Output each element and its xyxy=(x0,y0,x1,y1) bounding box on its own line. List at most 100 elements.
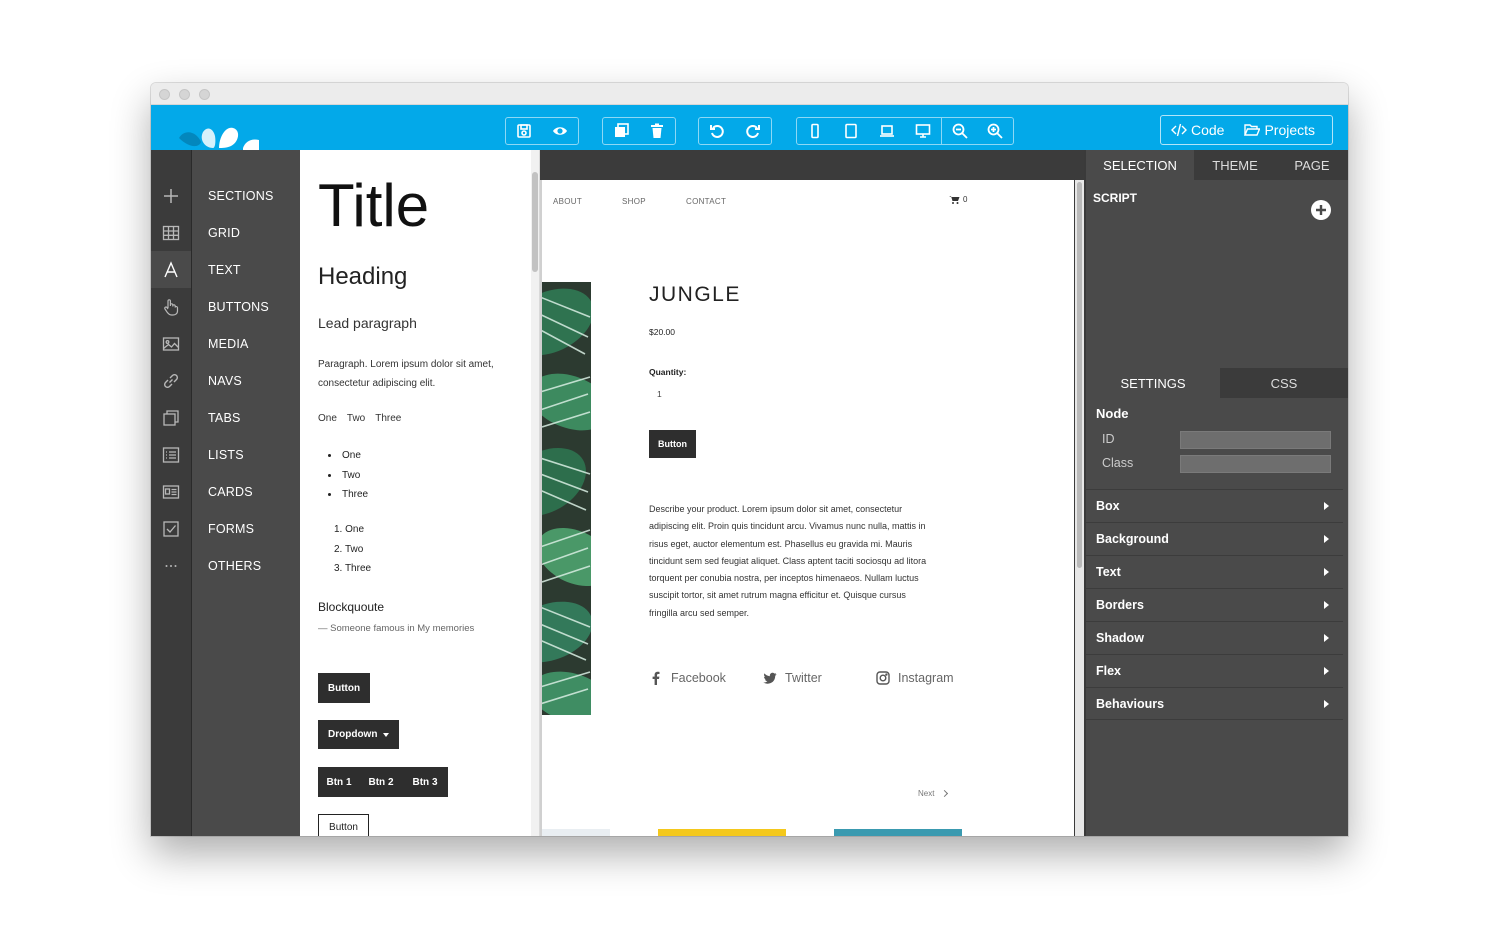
facebook-link[interactable]: Facebook xyxy=(649,671,726,685)
prop-background[interactable]: Background xyxy=(1086,522,1343,555)
block-outline-button[interactable]: Button xyxy=(318,814,369,836)
redo-button[interactable] xyxy=(735,118,771,144)
block-paragraph[interactable]: Paragraph. Lorem ipsum dolor sit amet, c… xyxy=(318,355,518,393)
product-price: $20.00 xyxy=(649,327,675,337)
menu-item-text[interactable]: TEXT xyxy=(208,263,241,277)
description-line: adipiscing elit. Proin quis tincidunt ar… xyxy=(649,521,926,532)
menu-item-sections[interactable]: SECTIONS xyxy=(208,189,274,203)
nav-link-shop[interactable]: SHOP xyxy=(622,197,646,206)
menu-item-others[interactable]: OTHERS xyxy=(208,559,261,573)
tab-selection[interactable]: SELECTION xyxy=(1086,150,1194,180)
undo-button[interactable] xyxy=(699,118,735,144)
nav-link-about[interactable]: ABOUT xyxy=(553,197,582,206)
thumbnail-image[interactable] xyxy=(542,829,610,836)
menu-item-buttons[interactable]: BUTTONS xyxy=(208,300,269,314)
forms-icon-button[interactable] xyxy=(151,510,191,547)
save-icon xyxy=(517,124,531,138)
twitter-link[interactable]: Twitter xyxy=(763,671,822,685)
page-preview[interactable]: ABOUT SHOP CONTACT 0 JUNGLE $20.00 Quant… xyxy=(540,180,1074,836)
laptop-view-button[interactable] xyxy=(869,118,905,144)
prop-label: Borders xyxy=(1096,598,1144,612)
menu-item-grid[interactable]: GRID xyxy=(208,226,240,240)
save-button[interactable] xyxy=(506,118,542,144)
btn-group-item[interactable]: Btn 3 xyxy=(402,777,448,788)
add-script-button[interactable] xyxy=(1311,200,1331,220)
prop-box[interactable]: Box xyxy=(1086,489,1343,522)
navs-icon-button[interactable] xyxy=(151,362,191,399)
menu-item-tabs[interactable]: TABS xyxy=(208,411,241,425)
class-field[interactable] xyxy=(1180,455,1331,473)
menu-item-media[interactable]: MEDIA xyxy=(208,337,249,351)
prop-flex[interactable]: Flex xyxy=(1086,654,1343,687)
zoom-out-button[interactable] xyxy=(941,118,977,144)
others-icon-button[interactable] xyxy=(151,547,191,584)
description-line: Describe your product. Lorem ipsum dolor… xyxy=(649,504,903,514)
close-window-dot[interactable] xyxy=(159,89,170,100)
code-button[interactable]: Code xyxy=(1161,122,1234,138)
thumbnail-image[interactable] xyxy=(834,829,962,836)
block-lead-paragraph[interactable]: Lead paragraph xyxy=(318,315,417,331)
maximize-window-dot[interactable] xyxy=(199,89,210,100)
block-ordered-list[interactable]: 1. One 2. Two 3. Three xyxy=(334,520,371,579)
block-button-group[interactable]: Btn 1 Btn 2 Btn 3 xyxy=(318,767,448,797)
prop-borders[interactable]: Borders xyxy=(1086,588,1343,621)
prop-text[interactable]: Text xyxy=(1086,555,1343,588)
id-field[interactable] xyxy=(1180,431,1331,449)
subtab-settings[interactable]: SETTINGS xyxy=(1086,368,1220,398)
next-link[interactable]: Next xyxy=(918,789,949,798)
mobile-icon xyxy=(811,123,819,139)
block-blockquote[interactable]: Blockquoute xyxy=(318,600,384,614)
product-title[interactable]: JUNGLE xyxy=(649,283,741,307)
plus-circle-icon xyxy=(1316,205,1326,215)
instagram-link[interactable]: Instagram xyxy=(876,671,954,685)
script-label: SCRIPT xyxy=(1093,191,1138,205)
buttons-icon-button[interactable] xyxy=(151,288,191,325)
canvas-scrollbar[interactable] xyxy=(1075,180,1084,836)
tabs-icon-button[interactable] xyxy=(151,399,191,436)
tablet-view-button[interactable] xyxy=(833,118,869,144)
thumbnail-image[interactable] xyxy=(658,829,786,836)
subtab-css[interactable]: CSS xyxy=(1220,368,1348,398)
block-panel-scrollbar[interactable] xyxy=(531,150,539,836)
block-unordered-list[interactable]: One Two Three xyxy=(328,446,368,505)
nav-link-contact[interactable]: CONTACT xyxy=(686,197,726,206)
tab-page[interactable]: PAGE xyxy=(1276,150,1348,180)
menu-item-lists[interactable]: LISTS xyxy=(208,448,244,462)
block-inline-list[interactable]: One Two Three xyxy=(318,413,401,424)
tab-theme[interactable]: THEME xyxy=(1194,150,1276,180)
projects-button[interactable]: Projects xyxy=(1234,122,1325,138)
checkbox-icon xyxy=(163,520,179,537)
btn-group-item[interactable]: Btn 1 xyxy=(318,777,360,788)
add-to-cart-button[interactable]: Button xyxy=(649,430,696,458)
prop-behaviours[interactable]: Behaviours xyxy=(1086,687,1343,720)
sections-icon-button[interactable] xyxy=(151,177,191,214)
cards-icon-button[interactable] xyxy=(151,473,191,510)
card-icon xyxy=(162,484,180,499)
duplicate-button[interactable] xyxy=(603,118,639,144)
quantity-input[interactable]: 1 xyxy=(657,389,662,399)
btn-group-item[interactable]: Btn 2 xyxy=(360,777,402,788)
block-button[interactable]: Button xyxy=(318,673,370,703)
menu-item-cards[interactable]: CARDS xyxy=(208,485,253,499)
media-icon-button[interactable] xyxy=(151,325,191,362)
mobile-view-button[interactable] xyxy=(797,118,833,144)
block-title[interactable]: Title xyxy=(318,174,429,238)
delete-button[interactable] xyxy=(639,118,675,144)
prop-label: Text xyxy=(1096,565,1121,579)
text-icon-button[interactable] xyxy=(151,251,191,288)
leaf-image[interactable] xyxy=(540,282,591,715)
desktop-view-button[interactable] xyxy=(905,118,941,144)
block-dropdown[interactable]: Dropdown xyxy=(318,720,399,749)
zoom-in-button[interactable] xyxy=(977,118,1013,144)
grid-icon-button[interactable] xyxy=(151,214,191,251)
preview-button[interactable] xyxy=(542,118,578,144)
menu-item-forms[interactable]: FORMS xyxy=(208,522,254,536)
lists-icon-button[interactable] xyxy=(151,436,191,473)
prop-shadow[interactable]: Shadow xyxy=(1086,621,1343,654)
menu-item-navs[interactable]: NAVS xyxy=(208,374,242,388)
block-heading[interactable]: Heading xyxy=(318,263,407,291)
list-item: 2. Two xyxy=(334,543,364,555)
minimize-window-dot[interactable] xyxy=(179,89,190,100)
eye-icon xyxy=(553,127,567,135)
cart-link[interactable]: 0 xyxy=(949,195,967,204)
